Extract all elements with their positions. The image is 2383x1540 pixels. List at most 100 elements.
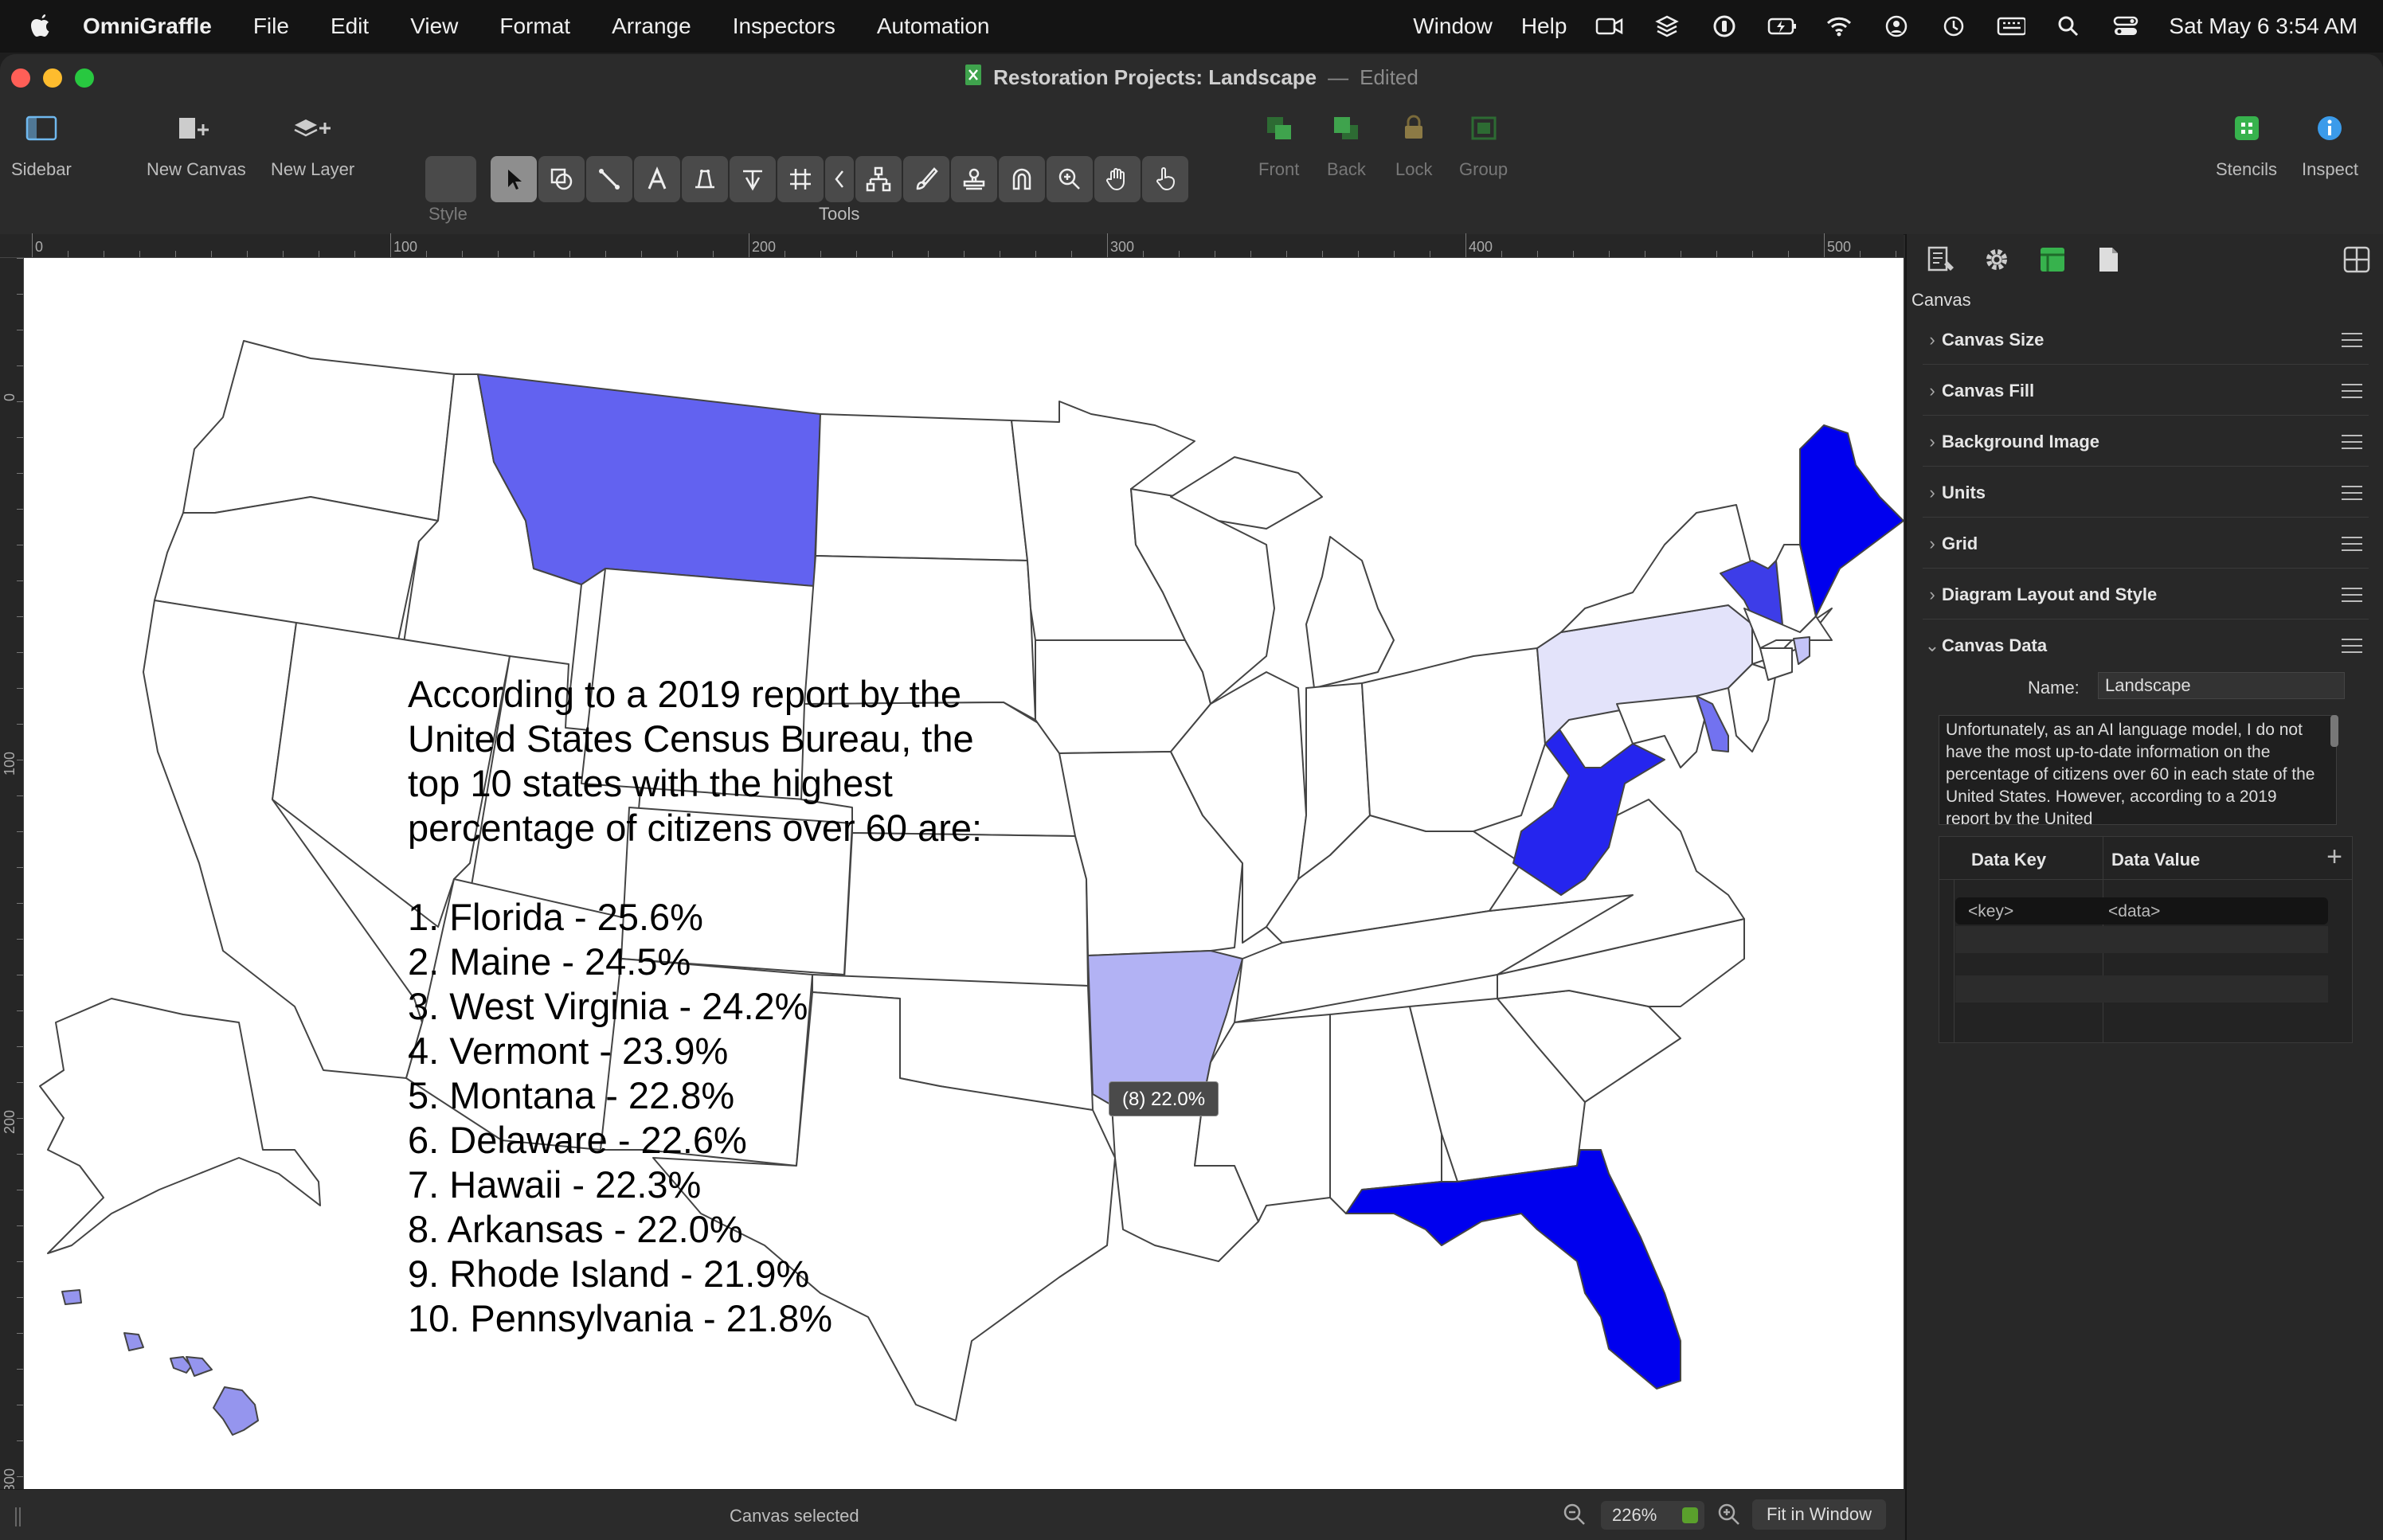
key-cell[interactable]: <key> [1968,902,2013,921]
canvas-note-field[interactable]: Unfortunately, as an AI language model, … [1939,715,2337,825]
table-row[interactable] [1955,975,2328,1003]
new-canvas-button[interactable]: New Canvas [147,108,246,180]
hamburger-icon[interactable] [2342,486,2362,500]
browse-tool[interactable] [1142,156,1188,202]
shape-tool[interactable] [538,156,585,202]
collapse-tools-button[interactable] [825,156,854,202]
section-label: Canvas Size [1942,329,2045,350]
selection-tool[interactable] [491,156,537,202]
add-data-icon[interactable]: + [2326,842,2342,873]
hamburger-icon[interactable] [2342,384,2362,398]
inspector-layout-button[interactable] [2338,241,2375,278]
zoom-in-icon[interactable] [1717,1503,1741,1526]
value-cell[interactable]: <data> [2108,902,2160,921]
ruler-tick [17,795,23,796]
ruler-tick [139,251,140,257]
ruler-tick [17,903,23,904]
text-tool[interactable] [634,156,680,202]
close-window-button[interactable] [11,68,30,88]
menu-format[interactable]: Format [499,14,570,39]
zoom-out-icon[interactable] [1563,1503,1587,1526]
toolbar: Sidebar New Canvas New Layer Style Tools… [0,100,2383,280]
menu-arrange[interactable]: Arrange [612,14,691,39]
send-back-button[interactable]: Back [1327,108,1366,180]
tab-canvas[interactable] [2034,241,2071,278]
style-button[interactable] [425,156,476,202]
style-brush-tool[interactable] [903,156,949,202]
section-canvas-size[interactable]: › Canvas Size [1923,315,2369,365]
section-units[interactable]: › Units [1923,468,2369,518]
password-icon[interactable] [1710,15,1739,37]
tab-document[interactable] [2090,241,2127,278]
style-label: Style [428,204,468,224]
ruler-tick [17,1297,23,1298]
section-label: Canvas Fill [1942,380,2035,401]
new-layer-button[interactable]: New Layer [271,108,354,180]
section-grid[interactable]: › Grid [1923,519,2369,569]
menu-view[interactable]: View [410,14,458,39]
section-background-image[interactable]: › Background Image [1923,417,2369,467]
diagram-tool[interactable] [855,156,902,202]
menu-help[interactable]: Help [1521,14,1567,39]
back-label: Back [1327,159,1366,179]
battery-icon[interactable] [1767,15,1797,37]
point-editor-tool[interactable] [730,156,776,202]
menu-app[interactable]: OmniGraffle [83,14,212,39]
spotlight-search-icon[interactable] [2054,15,2083,37]
group-button[interactable]: Group [1459,108,1508,180]
menu-automation[interactable]: Automation [877,14,990,39]
hamburger-icon[interactable] [2342,333,2362,347]
note-scrollbar[interactable] [2330,715,2338,747]
tab-document-settings[interactable] [1978,241,2015,278]
sidebar-button[interactable]: Sidebar [11,108,72,180]
apple-icon[interactable] [29,13,53,40]
rubber-stamp-tool[interactable] [951,156,997,202]
hamburger-icon[interactable] [2342,639,2362,653]
magnet-tool[interactable] [999,156,1045,202]
section-canvas-data[interactable]: ⌄ Canvas Data [1923,621,2369,670]
canvas-name-field[interactable]: Landscape [2098,672,2345,699]
menu-edit[interactable]: Edit [331,14,369,39]
bring-front-button[interactable]: Front [1258,108,1299,180]
hamburger-icon[interactable] [2342,435,2362,449]
inspect-button[interactable]: Inspect [2302,108,2358,180]
hamburger-icon[interactable] [2342,537,2362,551]
caption-gap [408,850,982,895]
menu-window[interactable]: Window [1413,14,1493,39]
wifi-icon[interactable] [1825,15,1853,37]
zoom-tool[interactable] [1047,156,1093,202]
ruler-tick [1322,251,1323,257]
ruler-tick [1752,251,1753,257]
canvas[interactable]: According to a 2019 report by the United… [24,258,1904,1489]
line-icon [599,169,620,190]
menubar-clock[interactable]: Sat May 6 3:54 AM [2169,14,2358,39]
menu-inspectors[interactable]: Inspectors [733,14,835,39]
pen-tool[interactable] [682,156,728,202]
tab-canvas-inspector[interactable] [1923,241,1959,278]
lock-button[interactable]: Lock [1395,108,1432,180]
user-icon[interactable] [1882,15,1911,37]
hand-tool[interactable] [1094,156,1141,202]
line-tool[interactable] [586,156,632,202]
rank-item: 8. Arkansas - 22.0% [408,1208,743,1250]
grid-tool[interactable] [777,156,824,202]
camera-icon[interactable] [1595,15,1624,37]
state-washington [182,340,455,522]
minimize-window-button[interactable] [43,68,62,88]
zoom-window-button[interactable] [75,68,94,88]
layers-icon[interactable] [1653,15,1681,37]
section-diagram-layout[interactable]: › Diagram Layout and Style [1923,570,2369,620]
inspector-panel: Canvas › Canvas Size › Canvas Fill › Backgr… [1905,234,2383,1540]
menu-file[interactable]: File [253,14,289,39]
table-row[interactable] [1955,926,2328,953]
census-caption[interactable]: According to a 2019 report by the United… [408,672,982,1341]
control-center-icon[interactable] [2111,15,2140,37]
table-row[interactable]: <key> <data> [1955,897,2328,924]
section-canvas-fill[interactable]: › Canvas Fill [1923,366,2369,416]
hamburger-icon[interactable] [2342,588,2362,602]
stencils-button[interactable]: Stencils [2216,108,2277,180]
keyboard-icon[interactable] [1997,15,2026,37]
time-machine-icon[interactable] [1939,15,1968,37]
fit-in-window-button[interactable]: Fit in Window [1752,1499,1887,1530]
zoom-popup[interactable]: 226% [1601,1501,1704,1530]
